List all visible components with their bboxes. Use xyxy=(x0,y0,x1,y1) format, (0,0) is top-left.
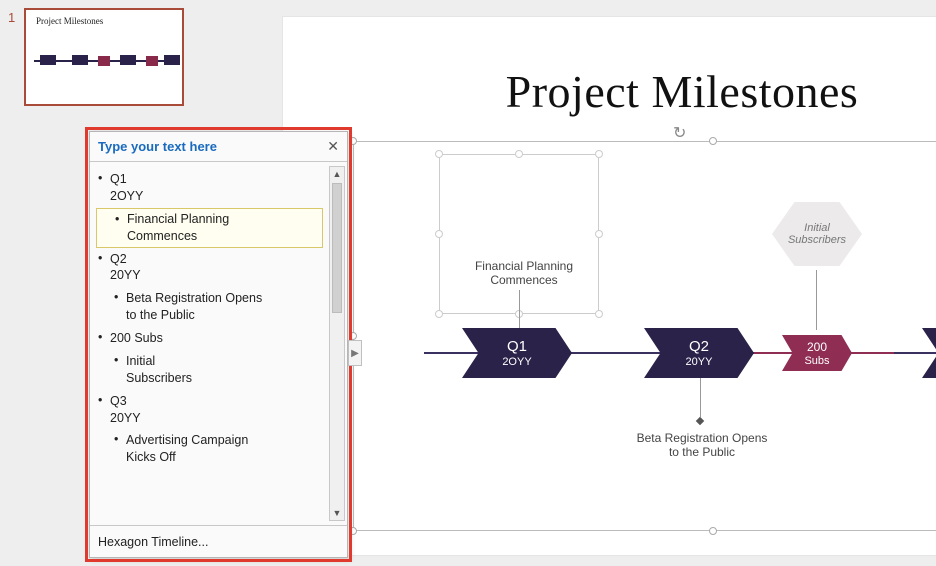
node-q1-title: Q1 xyxy=(507,338,527,355)
resize-handle[interactable] xyxy=(709,527,717,535)
scroll-up-icon[interactable]: ▲ xyxy=(333,169,342,179)
text-pane-item[interactable]: Financial PlanningCommences xyxy=(96,208,323,248)
resize-handle[interactable] xyxy=(435,310,443,318)
callout-financial-planning[interactable]: Financial PlanningCommences xyxy=(464,260,584,288)
text-pane-item[interactable]: Q12OYY xyxy=(96,168,323,208)
smartart-frame[interactable]: Financial PlanningCommences InitialSubsc… xyxy=(353,141,936,531)
scroll-thumb[interactable] xyxy=(332,183,342,313)
callout-beta-registration[interactable]: Beta Registration Opensto the Public xyxy=(622,432,782,460)
text-pane-header: Type your text here ✕ xyxy=(90,132,347,162)
slide-number: 1 xyxy=(8,10,15,25)
text-pane-body[interactable]: Q12OYYFinancial PlanningCommencesQ220YYB… xyxy=(90,162,347,526)
close-icon[interactable]: ✕ xyxy=(327,138,339,155)
text-pane-footer: Hexagon Timeline... xyxy=(90,526,347,558)
thumb-node xyxy=(72,55,88,65)
thumb-title: Project Milestones xyxy=(36,16,182,26)
slide-thumbnail[interactable]: Project Milestones xyxy=(24,8,184,106)
resize-handle[interactable] xyxy=(595,310,603,318)
node-q1[interactable]: Q1 2OYY xyxy=(462,328,572,378)
text-pane-item[interactable]: 200 Subs xyxy=(96,327,323,350)
pane-toggle-button[interactable]: ▶ xyxy=(348,340,362,366)
resize-handle[interactable] xyxy=(515,150,523,158)
scroll-down-icon[interactable]: ▼ xyxy=(333,508,342,518)
thumb-node xyxy=(120,55,136,65)
text-pane-list[interactable]: Q12OYYFinancial PlanningCommencesQ220YYB… xyxy=(96,168,343,469)
node-q2-sub: 20YY xyxy=(686,356,713,368)
text-pane-item[interactable]: Beta Registration Opensto the Public xyxy=(96,287,323,327)
text-pane-item[interactable]: Advertising CampaignKicks Off xyxy=(96,429,323,469)
node-q2-title: Q2 xyxy=(689,338,709,355)
resize-handle[interactable] xyxy=(595,230,603,238)
callout-initial-subscribers[interactable]: InitialSubscribers xyxy=(772,202,862,266)
rotate-handle-icon[interactable]: ↻ xyxy=(673,123,691,141)
connector xyxy=(700,377,701,417)
chevron-right-icon: ▶ xyxy=(351,348,359,359)
resize-handle[interactable] xyxy=(709,137,717,145)
text-pane-item[interactable]: InitialSubscribers xyxy=(96,350,323,390)
resize-handle[interactable] xyxy=(349,137,357,145)
resize-handle[interactable] xyxy=(349,527,357,535)
resize-handle[interactable] xyxy=(435,150,443,158)
text-pane-item[interactable]: Q220YY xyxy=(96,248,323,288)
connector xyxy=(816,270,817,330)
node-q1-sub: 2OYY xyxy=(502,356,531,368)
text-pane-item[interactable]: Q320YY xyxy=(96,390,323,430)
resize-handle[interactable] xyxy=(595,150,603,158)
scrollbar[interactable]: ▲ ▼ xyxy=(329,166,345,521)
thumb-node xyxy=(146,56,158,66)
slide-title[interactable]: Project Milestones xyxy=(283,65,936,118)
node-subs-title: 200 xyxy=(807,340,827,354)
node-subs[interactable]: 200 Subs xyxy=(782,335,852,371)
thumb-node xyxy=(98,56,110,66)
thumb-node xyxy=(40,55,56,65)
slide-canvas[interactable]: Project Milestones ↻ Financial PlanningC… xyxy=(282,16,936,556)
connector xyxy=(519,290,520,330)
node-subs-sub: Subs xyxy=(804,355,829,367)
resize-handle[interactable] xyxy=(435,230,443,238)
text-pane-title: Type your text here xyxy=(98,139,217,154)
thumb-node xyxy=(164,55,180,65)
resize-handle[interactable] xyxy=(349,332,357,340)
smartart-text-pane[interactable]: Type your text here ✕ Q12OYYFinancial Pl… xyxy=(89,131,348,558)
callout-advertising[interactable]: Advertising CampaigKicks Off xyxy=(914,432,936,460)
layout-name: Hexagon Timeline... xyxy=(98,535,208,549)
connector-dot xyxy=(696,417,704,425)
node-q2[interactable]: Q2 20YY xyxy=(644,328,754,378)
